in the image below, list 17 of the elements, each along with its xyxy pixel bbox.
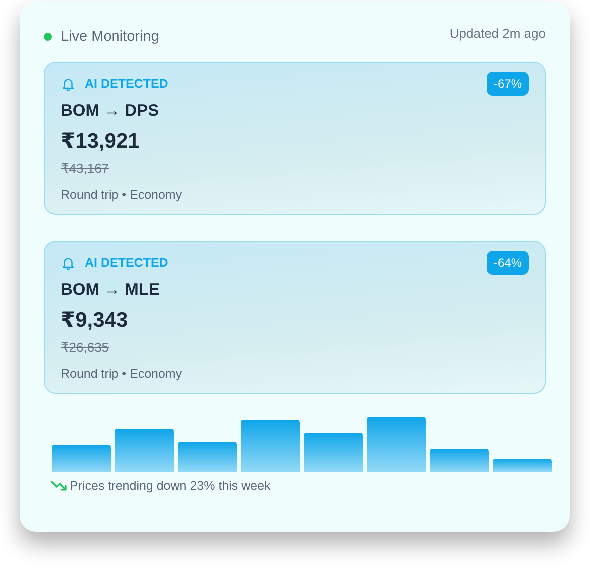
trend-text: Prices trending down 23% this week — [70, 479, 271, 493]
price-text: ₹13,921 — [61, 129, 141, 154]
panel-title: Live Monitoring — [61, 29, 160, 45]
route-text: BOM → DPS — [61, 102, 160, 121]
discount-badge: -67% — [486, 72, 529, 96]
updated-time: Updated 2m ago — [450, 26, 546, 41]
discount-badge: -64% — [486, 251, 529, 275]
old-price: ₹43,167 — [61, 161, 110, 176]
ai-detected-label: AI DETECTED — [85, 77, 168, 91]
route-text: BOM → MLE — [61, 281, 161, 300]
old-price: ₹26,635 — [61, 340, 110, 355]
bell-icon — [61, 76, 76, 92]
bell-icon — [61, 256, 76, 270]
trip-details: Round trip • Economy — [61, 367, 184, 381]
ai-detected-label: AI DETECTED — [85, 256, 168, 270]
price-text: ₹9,343 — [61, 308, 130, 333]
trip-details: Round trip • Economy — [61, 188, 184, 202]
